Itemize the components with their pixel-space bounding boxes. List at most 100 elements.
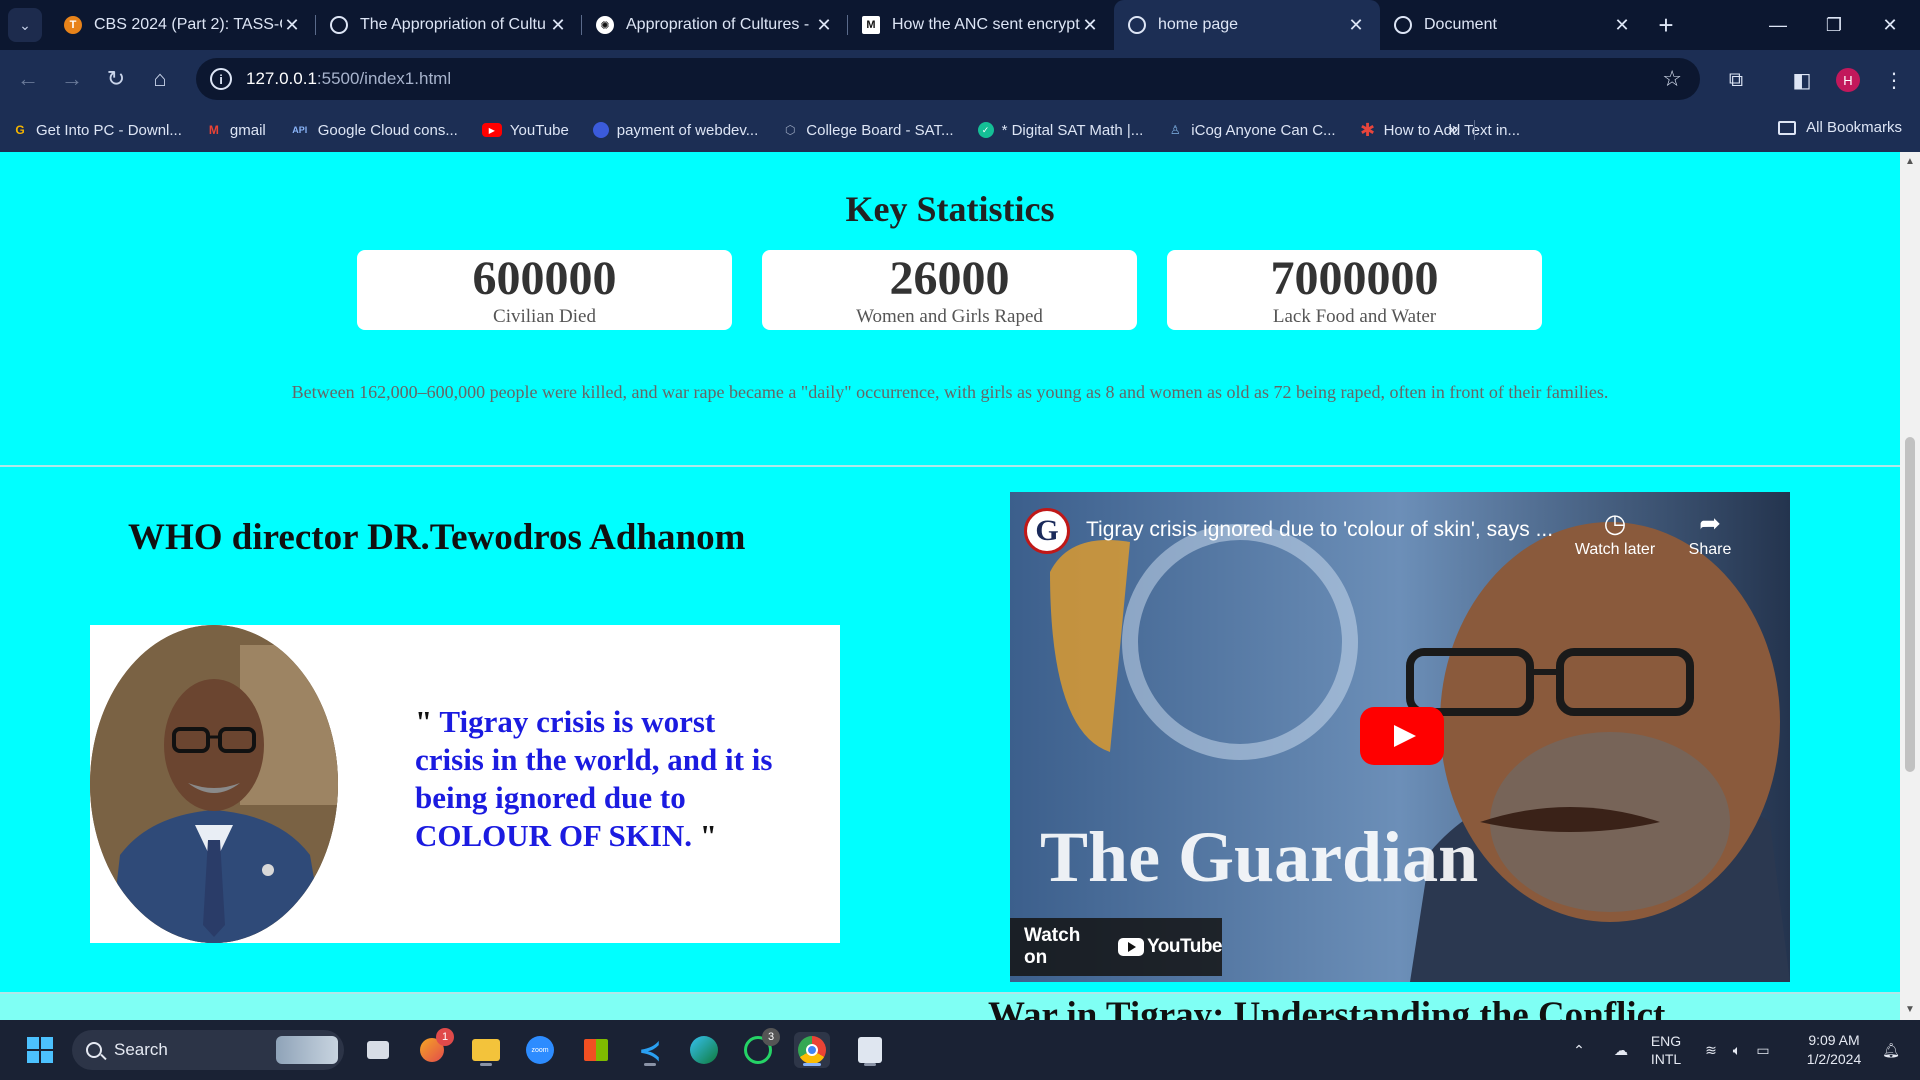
profile-button[interactable]: H <box>1832 64 1864 96</box>
start-button[interactable] <box>22 1032 58 1068</box>
windows-icon <box>27 1037 53 1063</box>
youtube-embed[interactable]: G Tigray crisis ignored due to 'colour o… <box>1010 492 1790 982</box>
notification-bell-icon[interactable]: 🔔︎ <box>1876 1020 1906 1080</box>
tab-search-button[interactable]: ⌄ <box>8 8 42 42</box>
bookmark-label: payment of webdev... <box>616 121 759 139</box>
portrait-illustration <box>90 625 338 943</box>
watch-later-button[interactable]: ◷ Watch later <box>1570 508 1660 559</box>
close-icon[interactable]: ✕ <box>1612 15 1632 36</box>
back-button[interactable]: ← <box>6 57 50 101</box>
restore-button[interactable]: ❐ <box>1804 0 1864 50</box>
bookmark-item[interactable]: API Google Cloud cons... <box>290 122 458 139</box>
tedros-portrait <box>90 625 338 943</box>
stat-label: Lack Food and Water <box>1272 306 1437 327</box>
url-host: 127.0.0.1 <box>246 69 317 88</box>
tab-appropriation[interactable]: The Appropriation of Cultu ✕ <box>316 0 582 50</box>
page-scrollbar[interactable]: ▲ ▼ <box>1900 152 1920 1020</box>
vscode-button[interactable]: ≺ <box>632 1032 668 1068</box>
section-divider <box>0 465 1900 467</box>
quote-close-mark: " <box>699 818 717 853</box>
tass-icon: T <box>64 16 82 34</box>
share-button[interactable]: ➦ Share <box>1665 508 1755 559</box>
clock[interactable]: 9:09 AM 1/2/2024 <box>1790 1020 1878 1080</box>
tab-medium[interactable]: M How the ANC sent encrypt ✕ <box>848 0 1114 50</box>
tab-title: How the ANC sent encrypt <box>892 16 1080 33</box>
side-panel-icon[interactable]: ◧ <box>1786 64 1818 96</box>
scroll-up-icon[interactable]: ▲ <box>1900 156 1920 167</box>
close-icon[interactable]: ✕ <box>1346 15 1366 36</box>
bookmark-label: YouTube <box>509 121 569 139</box>
bookmark-item[interactable]: Mgmail <box>206 122 266 139</box>
bookmark-item[interactable]: ▶ YouTube <box>481 121 569 139</box>
menu-kebab-icon[interactable]: ⋮ <box>1878 64 1910 96</box>
bookmark-item[interactable]: G Get Into PC - Downl... <box>12 122 182 139</box>
quote-body: Tigray crisis is worst crisis in the wor… <box>415 704 773 853</box>
close-icon[interactable]: ✕ <box>814 15 834 36</box>
bookmark-item[interactable]: ✓ * Digital SAT Math |... <box>977 122 1143 139</box>
more-bookmarks-icon[interactable]: » <box>1448 119 1458 140</box>
onedrive-icon[interactable]: ☁ <box>1604 1020 1638 1080</box>
stat-card: 600000 Civilian Died <box>357 250 732 330</box>
language-indicator[interactable]: ENG INTL <box>1644 1020 1688 1080</box>
stat-label: Civilian Died <box>493 306 596 327</box>
watch-on-youtube-button[interactable]: Watch on YouTube <box>1010 918 1222 976</box>
battery-icon[interactable]: ▭ <box>1750 1020 1776 1080</box>
bookmark-star-icon[interactable]: ☆ <box>1662 66 1682 92</box>
app-button[interactable] <box>852 1032 888 1068</box>
bookmark-item[interactable]: ⬡ College Board - SAT... <box>782 121 954 139</box>
stat-card: 26000 Women and Girls Raped <box>762 250 1137 330</box>
zoom-button[interactable]: zoom <box>522 1032 558 1068</box>
running-indicator <box>644 1063 656 1066</box>
extensions-icon[interactable]: ⧉ <box>1720 64 1752 96</box>
copilot-button[interactable]: 1 <box>414 1028 454 1068</box>
bookmark-item[interactable]: payment of webdev... <box>592 121 759 139</box>
api-icon: API <box>292 125 308 135</box>
show-hidden-icons[interactable]: ⌃ <box>1566 1020 1592 1080</box>
close-icon[interactable]: ✕ <box>282 15 302 36</box>
taskbar-search[interactable]: Search <box>72 1030 344 1070</box>
store-button[interactable] <box>578 1032 614 1068</box>
reload-button[interactable]: ↻ <box>94 57 138 101</box>
close-window-button[interactable]: ✕ <box>1860 0 1920 50</box>
stats-heading: Key Statistics <box>845 189 1055 229</box>
stat-label: Women and Girls Raped <box>856 306 1043 327</box>
tab-home-page[interactable]: home page ✕ <box>1114 0 1380 50</box>
stat-number: 7000000 <box>1270 252 1439 305</box>
all-bookmarks-button[interactable]: All Bookmarks <box>1778 119 1902 136</box>
bookmark-label: gmail <box>229 121 266 139</box>
tab-chatgpt[interactable]: ✺ Appropration of Cultures - ✕ <box>582 0 848 50</box>
g-icon: G <box>15 123 25 137</box>
store-icon <box>584 1039 608 1061</box>
stat-number: 600000 <box>472 252 617 305</box>
file-explorer-button[interactable] <box>468 1032 504 1068</box>
share-label: Share <box>1688 541 1732 558</box>
tab-document[interactable]: Document ✕ <box>1380 0 1646 50</box>
wifi-icon[interactable]: ≋ <box>1698 1020 1724 1080</box>
close-icon[interactable]: ✕ <box>1080 15 1100 36</box>
bookmark-item[interactable]: ♙ iCog Anyone Can C... <box>1167 122 1336 139</box>
running-indicator <box>480 1063 492 1066</box>
chrome-button[interactable] <box>794 1032 830 1068</box>
play-button[interactable] <box>1360 707 1444 765</box>
guardian-channel-icon[interactable]: G <box>1024 508 1070 554</box>
task-view-button[interactable] <box>360 1032 396 1068</box>
forward-button[interactable]: → <box>50 57 94 101</box>
scrollbar-thumb[interactable] <box>1905 437 1915 772</box>
edge-button[interactable] <box>686 1032 722 1068</box>
address-bar[interactable]: i 127.0.0.1:5500/index1.html ☆ <box>196 58 1700 100</box>
bookmark-label: College Board - SAT... <box>806 121 954 139</box>
close-icon[interactable]: ✕ <box>548 15 568 36</box>
minimize-button[interactable]: — <box>1748 0 1808 50</box>
site-info-icon[interactable]: i <box>210 68 232 90</box>
stat-number: 26000 <box>889 252 1010 305</box>
scroll-down-icon[interactable]: ▼ <box>1900 1004 1920 1015</box>
home-button[interactable]: ⌂ <box>138 57 182 101</box>
new-tab-button[interactable]: + <box>1646 10 1686 41</box>
whatsapp-button[interactable]: 3 <box>740 1028 780 1068</box>
volume-icon[interactable]: 🔈︎ <box>1724 1020 1750 1080</box>
tab-tass[interactable]: T CBS 2024 (Part 2): TASS-CB ✕ <box>50 0 316 50</box>
bookmark-item[interactable]: ✱ How to Add Text in... <box>1360 120 1520 140</box>
vscode-icon: ≺ <box>638 1034 662 1066</box>
video-title[interactable]: Tigray crisis ignored due to 'colour of … <box>1086 518 1553 542</box>
watch-on-label: Watch on <box>1024 925 1081 968</box>
